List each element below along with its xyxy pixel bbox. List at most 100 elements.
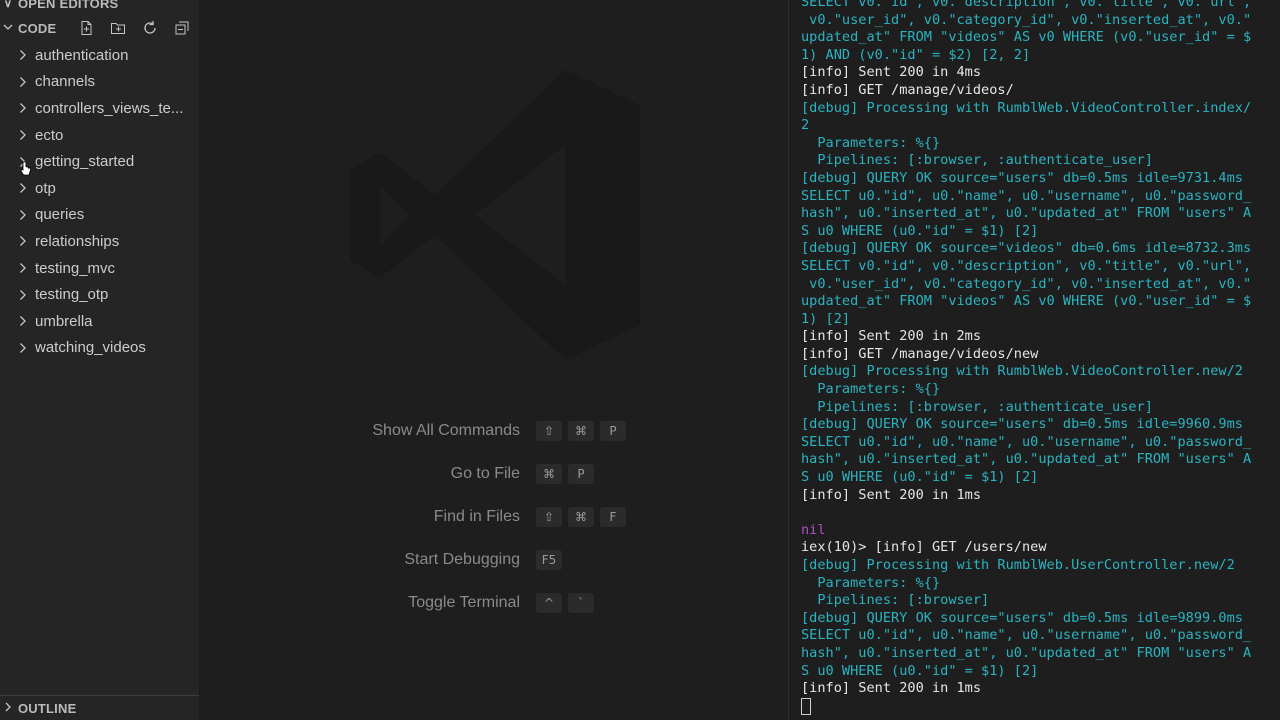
collapse-all-icon[interactable] — [173, 19, 191, 37]
shortcut-label: Start Debugging — [404, 551, 520, 568]
chevron-down-icon — [0, 22, 16, 35]
chevron-right-icon — [16, 49, 30, 61]
folder-label: queries — [35, 206, 85, 224]
folder-label: testing_mvc — [35, 259, 116, 277]
folder-item[interactable]: ecto — [0, 122, 199, 149]
folder-item[interactable]: umbrella — [0, 308, 199, 335]
folder-item[interactable]: testing_otp — [0, 281, 199, 308]
shortcut-row: Find in Files ⇧ ⌘ F — [200, 503, 788, 531]
shortcut-label: Go to File — [450, 465, 520, 482]
code-folder-title: CODE — [18, 20, 57, 36]
code-folder-header[interactable]: CODE — [0, 17, 199, 39]
terminal-line: hash", u0."inserted_at", u0."updated_at"… — [801, 451, 1252, 468]
terminal-line: [debug] QUERY OK source="users" db=0.5ms… — [801, 609, 1243, 626]
key-cap: ⌘ — [536, 464, 562, 484]
terminal-line: v0."user_id", v0."category_id", v0."inse… — [801, 275, 1252, 292]
terminal-line: hash", u0."inserted_at", u0."updated_at"… — [801, 644, 1252, 661]
terminal-line: [debug] Processing with RumblWeb.UserCon… — [801, 557, 1235, 573]
terminal-line: [info] Sent 200 in 1ms — [801, 486, 982, 503]
terminal-line: SELECT u0."id", u0."name", u0."username"… — [801, 433, 1252, 450]
terminal-line: hash", u0."inserted_at", u0."updated_at"… — [801, 205, 1252, 222]
folder-label: channels — [35, 73, 96, 91]
folder-label: watching_videos — [35, 339, 146, 357]
shortcut-row: Toggle Terminal ^ ` — [200, 589, 788, 617]
key-cap: P — [568, 464, 594, 484]
folder-item[interactable]: queries — [0, 202, 199, 229]
new-folder-icon[interactable] — [109, 19, 127, 37]
explorer-actions — [77, 19, 191, 37]
folder-label: relationships — [35, 232, 120, 250]
outline-title: OUTLINE — [18, 700, 77, 716]
chevron-right-icon — [16, 209, 30, 221]
key-cap: F5 — [536, 550, 562, 570]
terminal-line: [debug] Processing with RumblWeb.VideoCo… — [801, 363, 1243, 380]
chevron-down-icon: ∨ — [3, 0, 13, 10]
terminal-line: Parameters: %{} — [801, 574, 941, 591]
key-cap: ⌘ — [568, 507, 594, 527]
key-cap: ⌘ — [568, 421, 594, 441]
folder-item[interactable]: controllers_views_te... — [0, 95, 199, 122]
terminal-output: SELECT v0."id", v0."description", v0."ti… — [801, 0, 1280, 715]
terminal-line: SELECT u0."id", u0."name", u0."username"… — [801, 187, 1252, 204]
chevron-right-icon — [16, 102, 30, 114]
terminal-line: S u0 WHERE (u0."id" = $1) [2] — [801, 469, 1039, 486]
folder-label: ecto — [35, 126, 64, 144]
shortcut-keys: ⌘ P — [536, 464, 594, 484]
key-cap: ^ — [536, 593, 562, 613]
shortcut-keys: ⇧ ⌘ F — [536, 507, 626, 527]
shortcut-keys: F5 — [536, 550, 562, 570]
shortcut-keys: ^ ` — [536, 593, 594, 613]
terminal-line: [debug] Processing with RumblWeb.VideoCo… — [801, 99, 1252, 116]
vscode-logo-watermark — [350, 70, 640, 360]
editor-area[interactable]: Show All Commands ⇧ ⌘ P Go to File ⌘ P Find in … — [200, 0, 788, 720]
terminal-line: SELECT v0."id", v0."description", v0."ti… — [801, 257, 1252, 274]
terminal-line: S u0 WHERE (u0."id" = $1) [2] — [801, 222, 1039, 239]
shortcut-label: Show All Commands — [372, 422, 520, 439]
terminal-line: 2 — [801, 117, 810, 134]
folder-label: controllers_views_te... — [35, 99, 184, 117]
chevron-right-icon — [0, 702, 16, 715]
terminal-line: 1) [2] — [801, 310, 851, 327]
shortcut-label: Find in Files — [433, 508, 520, 525]
terminal-line: 1) AND (v0."id" = $2) [2, 2] — [801, 46, 1031, 63]
outline-header[interactable]: OUTLINE — [0, 695, 199, 720]
terminal-line: [debug] QUERY OK source="videos" db=0.6m… — [801, 240, 1252, 257]
terminal-line: Pipelines: [:browser] — [801, 592, 990, 609]
terminal-line: Pipelines: [:browser, :authenticate_user… — [801, 398, 1153, 415]
folder-item[interactable]: relationships — [0, 228, 199, 255]
shortcut-keys: ⇧ ⌘ P — [536, 421, 626, 441]
chevron-right-icon — [16, 262, 30, 274]
folder-label: testing_otp — [35, 286, 109, 304]
new-file-icon[interactable] — [77, 19, 95, 37]
folder-item[interactable]: watching_videos — [0, 335, 199, 362]
key-cap: ⇧ — [536, 421, 562, 441]
refresh-icon[interactable] — [141, 19, 159, 37]
folder-label: authentication — [35, 46, 129, 64]
key-cap: F — [600, 507, 626, 527]
key-cap: ` — [568, 593, 594, 613]
terminal-line: Parameters: %{} — [801, 134, 941, 151]
folder-label: otp — [35, 179, 56, 197]
terminal-line: updated_at" FROM "videos" AS v0 WHERE (v… — [801, 29, 1252, 46]
terminal-line: v0."user_id", v0."category_id", v0."inse… — [801, 11, 1252, 28]
chevron-right-icon — [16, 129, 30, 141]
mouse-pointer-icon — [20, 160, 32, 181]
terminal-line: iex(10)> [info] GET /users/new — [801, 539, 1047, 556]
terminal-line: Pipelines: [:browser, :authenticate_user… — [801, 152, 1153, 169]
terminal-line: SELECT v0."id", v0."description", v0."ti… — [801, 0, 1252, 10]
terminal-cursor — [801, 697, 811, 715]
terminal-line: SELECT u0."id", u0."name", u0."username"… — [801, 627, 1252, 644]
terminal-line: [info] GET /manage/videos/new — [801, 345, 1039, 362]
explorer-sidebar: ∨ OPEN EDITORS CODE authentication channe… — [0, 0, 200, 720]
folder-item[interactable]: testing_mvc — [0, 255, 199, 282]
terminal-cursor-line[interactable] — [801, 697, 1280, 716]
folder-item[interactable]: authentication — [0, 42, 199, 69]
terminal-line: [info] Sent 200 in 2ms — [801, 328, 982, 345]
open-editors-header[interactable]: ∨ OPEN EDITORS — [0, 0, 199, 14]
shortcut-row: Go to File ⌘ P — [200, 460, 788, 488]
chevron-right-icon — [16, 182, 30, 194]
chevron-right-icon — [16, 235, 30, 247]
terminal-panel[interactable]: SELECT v0."id", v0."description", v0."ti… — [788, 0, 1280, 720]
folder-item[interactable]: channels — [0, 69, 199, 96]
